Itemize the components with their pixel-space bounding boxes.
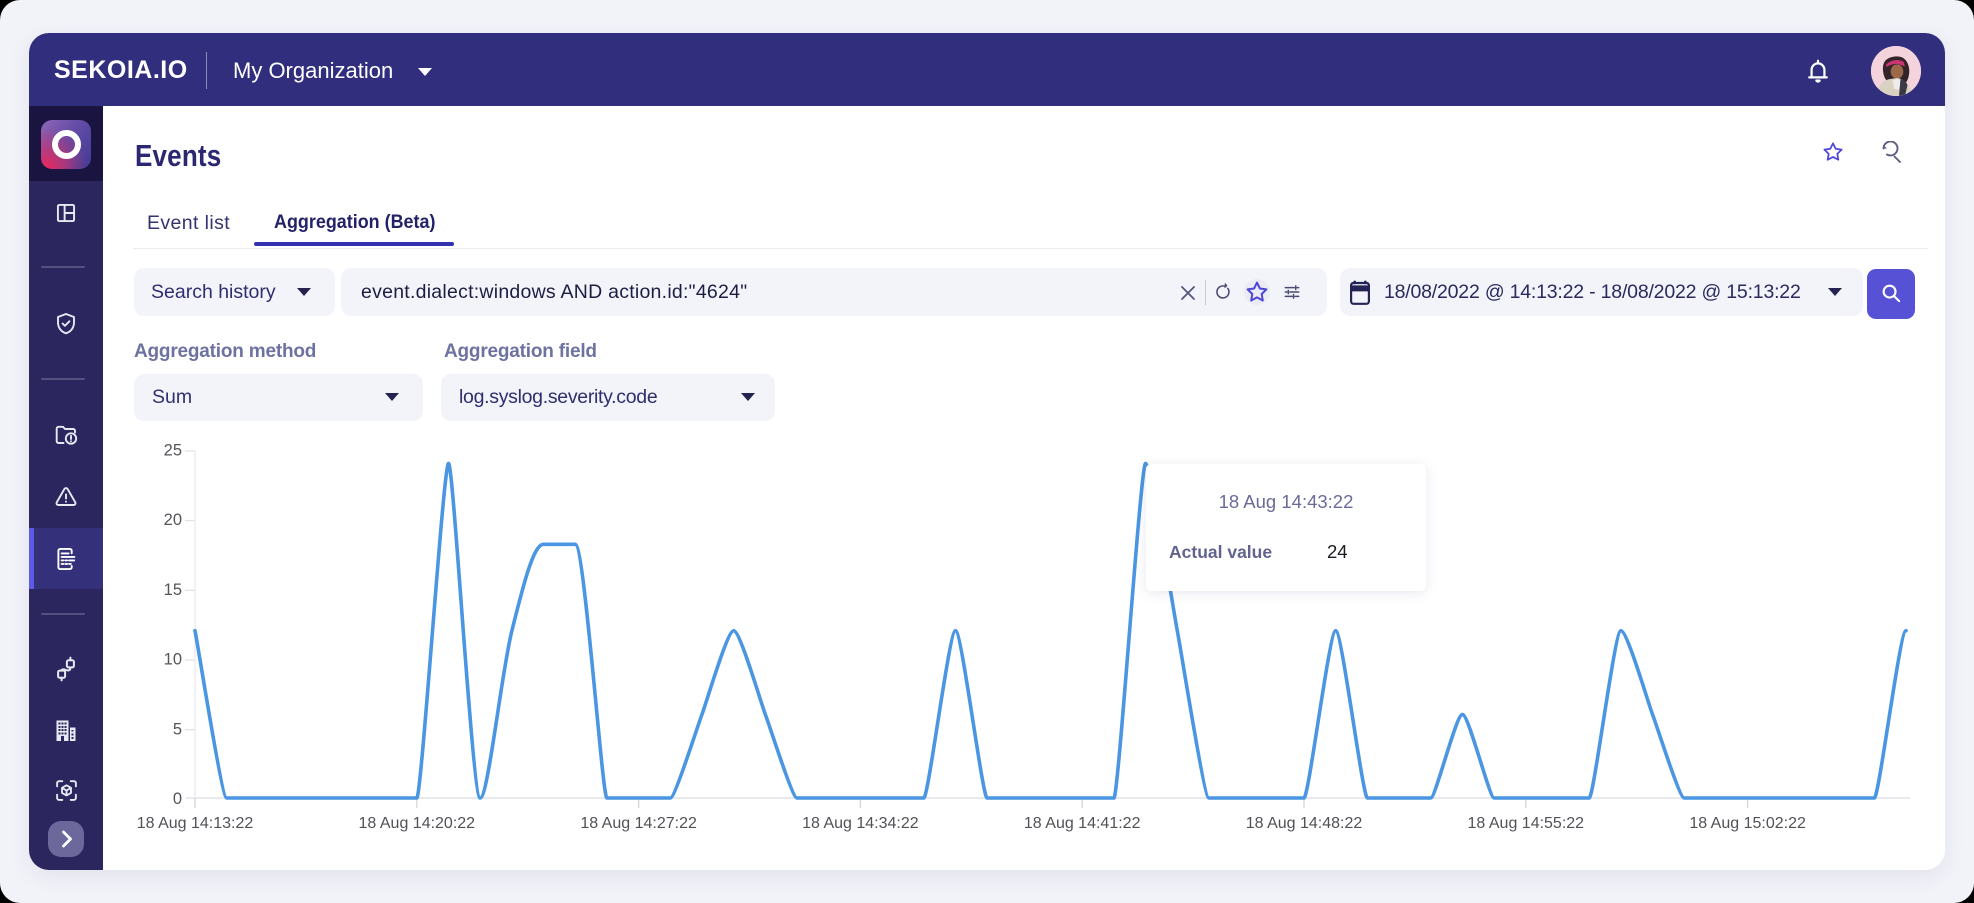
svg-text:15: 15 (164, 581, 182, 599)
svg-text:18 Aug 14:27:22: 18 Aug 14:27:22 (580, 815, 697, 832)
svg-text:18 Aug 15:02:22: 18 Aug 15:02:22 (1689, 815, 1806, 832)
svg-text:18 Aug 14:13:22: 18 Aug 14:13:22 (137, 815, 254, 832)
svg-text:18 Aug 14:41:22: 18 Aug 14:41:22 (1024, 815, 1141, 832)
svg-text:5: 5 (173, 720, 182, 738)
svg-text:10: 10 (164, 651, 182, 669)
svg-text:18 Aug 14:55:22: 18 Aug 14:55:22 (1468, 815, 1585, 832)
svg-text:20: 20 (164, 511, 182, 529)
svg-text:0: 0 (173, 790, 182, 808)
svg-text:18 Aug 14:34:22: 18 Aug 14:34:22 (802, 815, 919, 832)
svg-text:18 Aug 14:20:22: 18 Aug 14:20:22 (359, 815, 476, 832)
svg-text:25: 25 (164, 442, 182, 460)
svg-text:18 Aug 14:48:22: 18 Aug 14:48:22 (1246, 815, 1363, 832)
